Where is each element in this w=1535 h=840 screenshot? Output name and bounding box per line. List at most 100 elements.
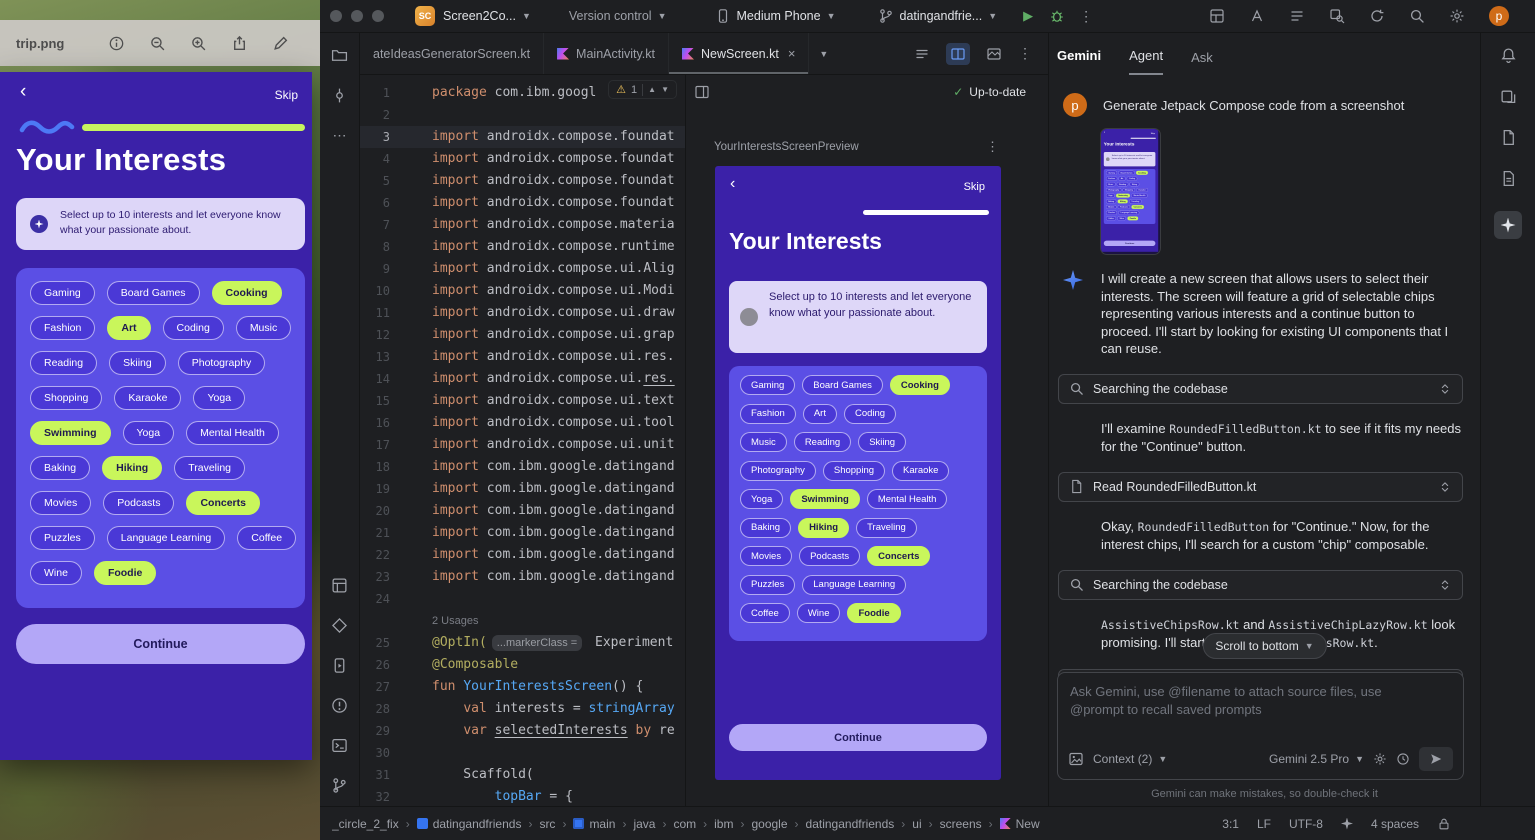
interest-chip-photography[interactable]: Photography	[1106, 188, 1121, 192]
interest-chip-shopping[interactable]: Shopping	[30, 386, 102, 410]
device-selector[interactable]: Medium Phone▼	[715, 8, 836, 24]
interest-chip-podcasts[interactable]: Podcasts	[103, 491, 174, 515]
debug-icon[interactable]	[1049, 8, 1065, 24]
interest-chip-baking[interactable]: Baking	[30, 456, 90, 480]
code-line[interactable]: 31 Scaffold(	[360, 764, 685, 786]
lock-icon[interactable]	[1437, 817, 1451, 831]
interest-chip-photography[interactable]: Photography	[178, 351, 266, 375]
interest-chip-coding[interactable]: Coding	[163, 316, 224, 340]
interest-chip-swimming[interactable]: Swimming	[790, 489, 860, 509]
logcat-icon[interactable]	[1289, 8, 1305, 24]
design-view-icon[interactable]	[982, 43, 1006, 65]
context-dropdown[interactable]: Context (2)▼	[1093, 752, 1167, 766]
breadcrumb--circle-2-fix[interactable]: _circle_2_fix	[332, 817, 399, 831]
resource-manager-icon[interactable]	[331, 617, 348, 634]
code-line[interactable]: 15import androidx.compose.ui.text	[360, 390, 685, 412]
code-line[interactable]: 19import com.ibm.google.datingand	[360, 478, 685, 500]
code-line[interactable]: 29 var selectedInterests by re	[360, 720, 685, 742]
interest-chip-coding[interactable]: Coding	[844, 404, 896, 424]
code-line[interactable]: 4import androidx.compose.foundat	[360, 148, 685, 170]
interest-chip-concerts[interactable]: Concerts	[1131, 205, 1144, 209]
device-explorer-icon[interactable]	[1500, 129, 1517, 146]
tab-mainactivity[interactable]: MainActivity.kt	[544, 33, 669, 74]
interest-chip-art[interactable]: Art	[803, 404, 837, 424]
breadcrumb-new[interactable]: New	[1000, 817, 1040, 831]
app-insights-icon[interactable]	[1500, 170, 1517, 187]
code-line[interactable]: 20import com.ibm.google.datingand	[360, 500, 685, 522]
interest-chip-puzzles[interactable]: Puzzles	[30, 526, 95, 550]
code-line[interactable]: 24	[360, 588, 685, 610]
indent-setting[interactable]: 4 spaces	[1371, 817, 1419, 831]
interest-chip-foodie[interactable]: Foodie	[847, 603, 900, 623]
code-line[interactable]: 27fun YourInterestsScreen() {	[360, 676, 685, 698]
interest-chip-podcasts[interactable]: Podcasts	[799, 546, 860, 566]
back-icon[interactable]: ‹	[730, 175, 735, 193]
code-view-icon[interactable]	[910, 43, 934, 65]
tab-ideasgeneratorscreen[interactable]: ateIdeasGeneratorScreen.kt	[360, 33, 544, 74]
interest-chip-reading[interactable]: Reading	[30, 351, 97, 375]
interest-chip-foodie[interactable]: Foodie	[1127, 216, 1138, 220]
interest-chip-baking[interactable]: Baking	[740, 518, 791, 538]
interest-chip-yoga[interactable]: Yoga	[1106, 194, 1115, 198]
code-line[interactable]: 9import androidx.compose.ui.Alig	[360, 258, 685, 280]
code-line[interactable]: 2 Usages	[360, 610, 685, 632]
run-button[interactable]: ▶	[1023, 8, 1033, 24]
code-line[interactable]: 30	[360, 742, 685, 764]
code-line[interactable]: 21import com.ibm.google.datingand	[360, 522, 685, 544]
ui-check-icon[interactable]	[1249, 8, 1265, 24]
interest-chip-coffee[interactable]: Coffee	[740, 603, 790, 623]
interest-chip-music[interactable]: Music	[740, 432, 787, 452]
code-line[interactable]: 32 topBar = {	[360, 786, 685, 806]
interest-chip-wine[interactable]: Wine	[797, 603, 841, 623]
code-line[interactable]: 22import com.ibm.google.datingand	[360, 544, 685, 566]
interest-chip-skiing[interactable]: Skiing	[109, 351, 166, 375]
interest-chip-traveling[interactable]: Traveling	[174, 456, 245, 480]
breadcrumb-com[interactable]: com	[673, 817, 696, 831]
file-encoding[interactable]: UTF-8	[1289, 817, 1323, 831]
layout-inspector-icon[interactable]	[1209, 8, 1225, 24]
breadcrumb-datingandfriends[interactable]: datingandfriends	[417, 817, 522, 831]
app-inspection-icon[interactable]	[1329, 8, 1345, 24]
breadcrumb-ibm[interactable]: ibm	[714, 817, 733, 831]
interest-chip-shopping[interactable]: Shopping	[823, 461, 885, 481]
interest-chip-gaming[interactable]: Gaming	[30, 281, 95, 305]
split-view-icon[interactable]	[946, 43, 970, 65]
preview-name-label[interactable]: YourInterestsScreenPreview	[714, 141, 859, 153]
zoom-out-icon[interactable]	[149, 35, 166, 52]
code-line[interactable]: 7import androidx.compose.materia	[360, 214, 685, 236]
interest-chip-language-learning[interactable]: Language Learning	[1118, 211, 1139, 215]
window-zoom-button[interactable]	[372, 10, 384, 22]
scroll-to-bottom-button[interactable]: Scroll to bottom▼	[1202, 633, 1326, 659]
tab-newscreen[interactable]: NewScreen.kt ×	[669, 33, 809, 74]
interest-chip-swimming[interactable]: Swimming	[30, 421, 111, 445]
interest-chip-mental-health[interactable]: Mental Health	[186, 421, 279, 445]
interest-chip-podcasts[interactable]: Podcasts	[1118, 205, 1130, 209]
code-line[interactable]: 6import androidx.compose.foundat	[360, 192, 685, 214]
code-line[interactable]: 23import com.ibm.google.datingand	[360, 566, 685, 588]
code-line[interactable]: 8import androidx.compose.runtime	[360, 236, 685, 258]
interest-chip-fashion[interactable]: Fashion	[740, 404, 796, 424]
breadcrumb-src[interactable]: src	[539, 817, 555, 831]
interest-chip-coffee[interactable]: Coffee	[1106, 216, 1116, 220]
info-icon[interactable]	[108, 35, 125, 52]
breadcrumb-ui[interactable]: ui	[912, 817, 921, 831]
code-line[interactable]: 18import com.ibm.google.datingand	[360, 456, 685, 478]
interest-chip-hiking[interactable]: Hiking	[102, 456, 162, 480]
markup-pencil-icon[interactable]	[272, 35, 289, 52]
gradle-sync-icon[interactable]	[1369, 8, 1385, 24]
interest-chip-movies[interactable]: Movies	[1106, 205, 1116, 209]
code-line[interactable]: 12import androidx.compose.ui.grap	[360, 324, 685, 346]
terminal-icon[interactable]	[331, 737, 348, 754]
interest-chip-karaoke[interactable]: Karaoke	[1136, 188, 1147, 192]
interest-chip-reading[interactable]: Reading	[1117, 182, 1128, 186]
build-icon[interactable]	[331, 577, 348, 594]
interest-chip-art[interactable]: Art	[1119, 177, 1126, 181]
breadcrumb-datingandfriends[interactable]: datingandfriends	[806, 817, 895, 831]
inspections-widget[interactable]: ⚠ 1 ▲ ▼	[608, 80, 677, 99]
continue-button[interactable]: Continue	[729, 724, 987, 751]
interest-chip-hiking[interactable]: Hiking	[798, 518, 849, 538]
interest-chip-board-games[interactable]: Board Games	[1118, 171, 1134, 175]
interest-chip-yoga[interactable]: Yoga	[740, 489, 783, 509]
share-icon[interactable]	[231, 35, 248, 52]
caret-position[interactable]: 3:1	[1222, 817, 1239, 831]
